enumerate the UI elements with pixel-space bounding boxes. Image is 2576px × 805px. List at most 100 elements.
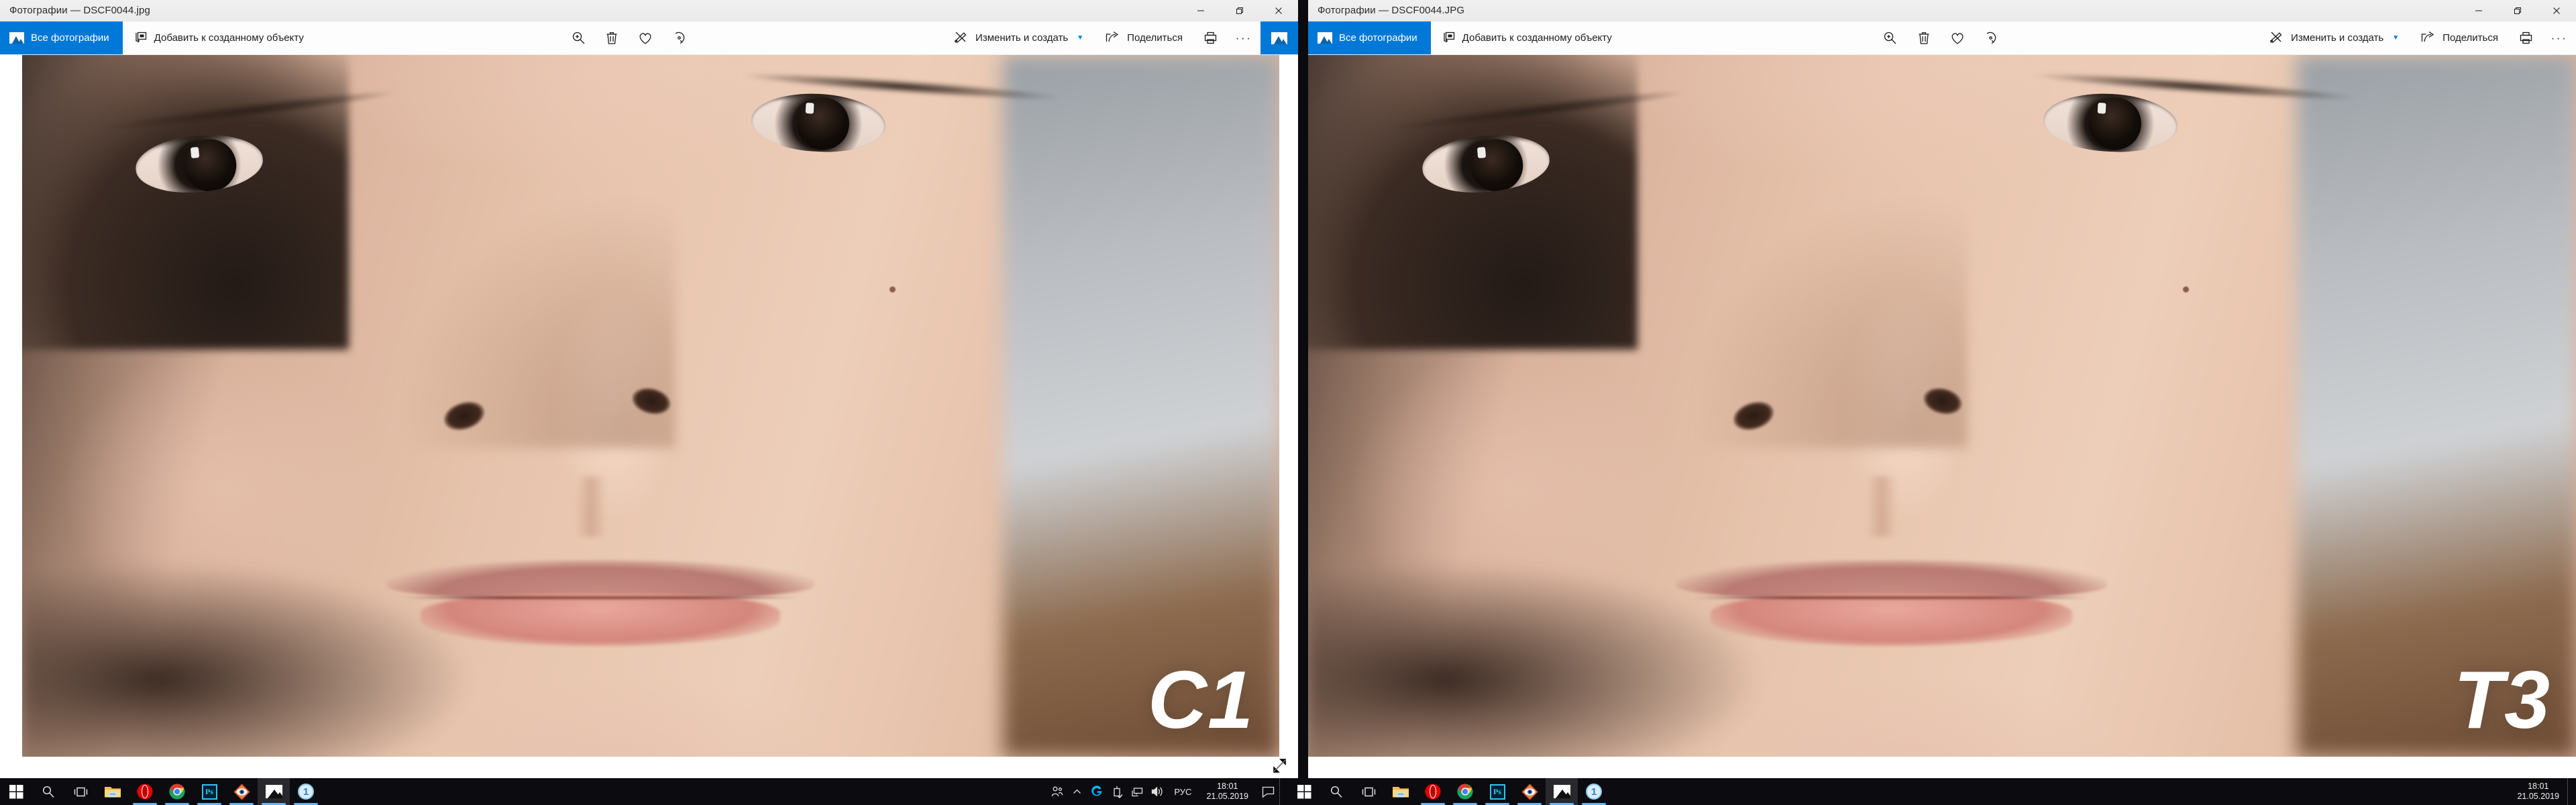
desktop: Фотографии — DSCF0044.jpg Все фотографии… (0, 0, 2576, 805)
photoshop-icon: Ps (1489, 784, 1505, 800)
opera-button-secondary[interactable] (1417, 778, 1449, 805)
start-button[interactable] (0, 778, 32, 805)
eye-specular-highlight (1477, 147, 1486, 159)
search-button-secondary[interactable] (1320, 778, 1352, 805)
photo-image-right[interactable]: T3 (1308, 55, 2576, 757)
clock-time: 18:01 (1217, 782, 1238, 791)
add-to-album-button-right[interactable]: Добавить к созданному объекту (1431, 21, 1623, 54)
file-explorer-button-secondary[interactable] (1385, 778, 1417, 805)
favorite-button-left[interactable] (629, 21, 662, 54)
photo-canvas-right[interactable]: T3 (1308, 55, 2576, 778)
print-button-left[interactable] (1193, 21, 1227, 54)
all-photos-label-left: Все фотографии (31, 32, 109, 44)
people-icon[interactable] (1046, 778, 1067, 805)
chevron-down-icon: ▼ (2392, 34, 2400, 42)
share-button-right[interactable]: Поделиться (2410, 21, 2509, 54)
minimize-button-right[interactable] (2459, 0, 2498, 21)
system-tray-secondary: 18:01 21.05.2019 (2509, 778, 2576, 805)
photos-accent-tab-left[interactable] (1260, 21, 1298, 54)
command-bar-right: Все фотографии Добавить к созданному объ… (1308, 21, 2576, 55)
window-controls-right (2459, 0, 2576, 21)
taskbar-primary[interactable]: Ps 1 РУС 18:01 21.05.2019 (0, 778, 1288, 805)
photos-button-secondary[interactable] (1546, 778, 1578, 805)
task-view-button[interactable] (64, 778, 97, 805)
edit-create-button-left[interactable]: Изменить и создать ▼ (943, 21, 1094, 54)
network-icon[interactable] (1127, 778, 1147, 805)
zoom-in-button-left[interactable] (561, 21, 595, 54)
titlebar-right[interactable]: Фотографии — DSCF0044.JPG (1308, 0, 2576, 21)
delete-button-right[interactable] (1907, 21, 1941, 54)
rotate-button-left[interactable] (662, 21, 696, 54)
volume-icon[interactable] (1147, 778, 1167, 805)
favorite-button-right[interactable] (1941, 21, 1974, 54)
clock[interactable]: 18:01 21.05.2019 (1198, 782, 1256, 802)
number-one-icon: 1 (1586, 784, 1602, 800)
file-explorer-button[interactable] (97, 778, 129, 805)
photo-canvas-left[interactable]: C1 (0, 55, 1298, 778)
delete-button-left[interactable] (595, 21, 629, 54)
rotate-button-right[interactable] (1974, 21, 2008, 54)
chrome-button-secondary[interactable] (1449, 778, 1481, 805)
taskbar-apps-primary: Ps 1 (0, 778, 322, 805)
restore-button-right[interactable] (2498, 0, 2537, 21)
task-view-button-secondary[interactable] (1352, 778, 1385, 805)
clock-secondary[interactable]: 18:01 21.05.2019 (2509, 782, 2567, 802)
acdsee-button-secondary[interactable] (1513, 778, 1546, 805)
photos-window-right[interactable]: Фотографии — DSCF0044.JPG Все фотографии… (1308, 0, 2576, 778)
photos-app-icon (1318, 32, 1332, 44)
opera-button[interactable] (129, 778, 161, 805)
photoshop-button-secondary[interactable]: Ps (1481, 778, 1513, 805)
capture-one-button-secondary[interactable]: 1 (1578, 778, 1610, 805)
share-label-left: Поделиться (1127, 32, 1183, 44)
chevron-up-icon[interactable] (1067, 778, 1087, 805)
minimize-button-left[interactable] (1181, 0, 1220, 21)
usb-safe-remove-icon[interactable] (1107, 778, 1127, 805)
background-blur (2297, 55, 2576, 757)
close-button-left[interactable] (1259, 0, 1298, 21)
all-photos-button-right[interactable]: Все фотографии (1308, 21, 1431, 54)
close-button-right[interactable] (2537, 0, 2576, 21)
chrome-button[interactable] (161, 778, 193, 805)
action-center-button[interactable] (1256, 778, 1279, 805)
taskbar-apps-secondary: Ps 1 (1288, 778, 1610, 805)
more-options-button-left[interactable]: ··· (1227, 21, 1260, 54)
more-options-button-right[interactable]: ··· (2542, 21, 2576, 54)
photos-app-icon (9, 32, 24, 44)
edit-create-button-right[interactable]: Изменить и создать ▼ (2259, 21, 2410, 54)
titlebar-left[interactable]: Фотографии — DSCF0044.jpg (0, 0, 1298, 21)
eye-specular-highlight (805, 102, 814, 113)
restore-button-left[interactable] (1220, 0, 1259, 21)
share-button-left[interactable]: Поделиться (1094, 21, 1193, 54)
system-tray: РУС 18:01 21.05.2019 (1046, 778, 1288, 805)
add-to-album-icon (1442, 30, 1455, 46)
photos-window-left[interactable]: Фотографии — DSCF0044.jpg Все фотографии… (0, 0, 1298, 778)
photos-icon (265, 785, 282, 798)
capture-one-button[interactable]: 1 (290, 778, 322, 805)
print-button-right[interactable] (2509, 21, 2542, 54)
start-button-secondary[interactable] (1288, 778, 1320, 805)
photoshop-icon: Ps (201, 784, 217, 800)
edit-create-icon (954, 30, 968, 46)
zoom-in-button-right[interactable] (1874, 21, 1907, 54)
show-desktop-button-secondary[interactable] (2567, 778, 2573, 805)
edit-create-label-left: Изменить и создать (975, 32, 1069, 44)
clock-date-secondary: 21.05.2019 (2517, 792, 2559, 801)
taskbar-secondary[interactable]: Ps 1 18:01 21.05.2019 (1288, 778, 2576, 805)
philtrum (1866, 476, 1897, 537)
show-desktop-button[interactable] (1279, 778, 1285, 805)
language-indicator[interactable]: РУС (1167, 787, 1198, 797)
all-photos-button-left[interactable]: Все фотографии (0, 21, 123, 54)
add-to-album-button-left[interactable]: Добавить к созданному объекту (123, 21, 315, 54)
watermark-right: T3 (2453, 654, 2551, 745)
search-button[interactable] (32, 778, 64, 805)
share-icon (2420, 30, 2435, 46)
more-ellipsis-icon: ··· (1235, 32, 1252, 44)
photos-button[interactable] (258, 778, 290, 805)
lip-line (1693, 596, 2090, 600)
philtrum (575, 476, 606, 537)
photos-app-icon (1271, 32, 1287, 44)
logitech-g-icon[interactable] (1087, 778, 1107, 805)
photo-image-left[interactable]: C1 (22, 55, 1279, 757)
photoshop-button[interactable]: Ps (193, 778, 225, 805)
acdsee-button[interactable] (225, 778, 258, 805)
